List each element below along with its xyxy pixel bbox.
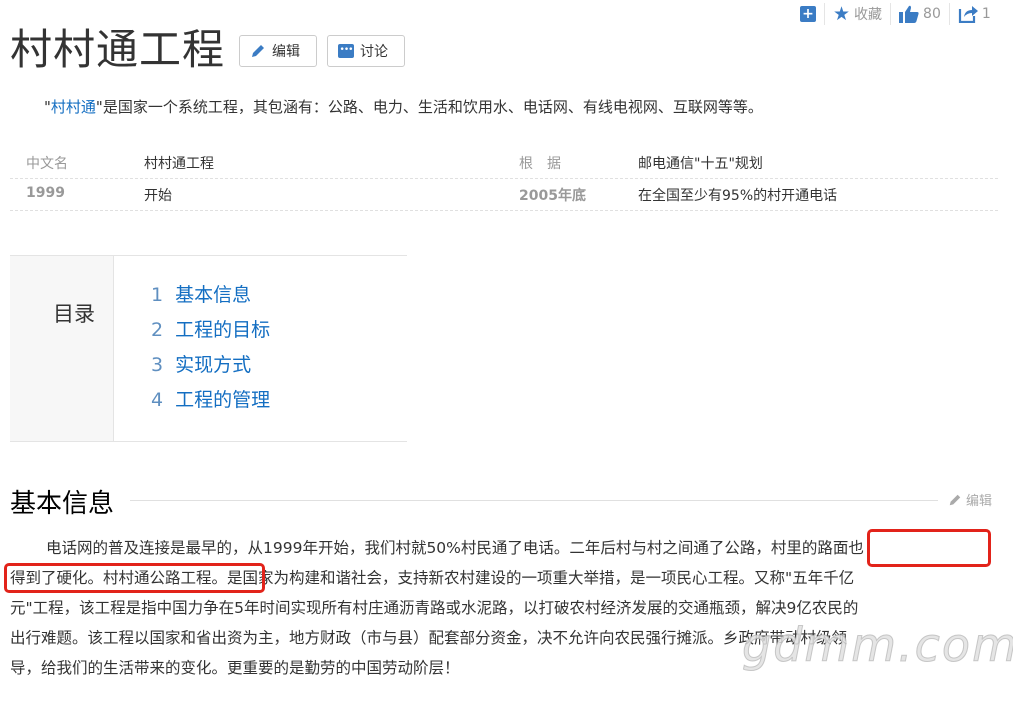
info-key: 1999 — [26, 185, 65, 201]
paragraph-line: 出行难题。该工程以国家和省出资为主，地方财政（市与县）配套部分资金，决不允许向农… — [10, 629, 848, 647]
section-title: 基本信息 — [10, 489, 115, 519]
highlight-box — [4, 563, 265, 593]
plus-square-icon: + — [800, 6, 816, 22]
paragraph-line: 电话网的普及连接是最早的，从1999年开始，我们村就50%村民通了电话。二年后村… — [46, 539, 864, 557]
watermark: gdmm.com — [742, 618, 1013, 673]
info-key: 2005年底 — [519, 188, 586, 204]
highlight-box — [867, 529, 991, 567]
divider — [10, 210, 998, 211]
info-key: 中文名 — [26, 156, 68, 172]
favorite-button[interactable]: ★ 收藏 — [833, 4, 882, 24]
catalog-title: 目录 — [53, 302, 95, 326]
share-count: 1 — [981, 6, 991, 22]
thumbs-up-icon — [899, 5, 919, 23]
edit-button-label: 编辑 — [272, 44, 300, 60]
share-icon — [958, 6, 978, 23]
paragraph-line: 元"工程，该工程是指中国力争在5年时间实现所有村庄通沥青路或水泥路，以打破农村经… — [10, 599, 859, 617]
share-button[interactable]: 1 — [958, 5, 991, 23]
page-title: 村村通工程 — [10, 25, 226, 74]
divider — [948, 3, 950, 25]
catalog-item-basic-info[interactable]: 1 基本信息 — [151, 280, 251, 307]
info-value: 村村通工程 — [144, 156, 214, 172]
action-bar: + ★ 收藏 80 1 — [800, 2, 991, 26]
pencil-icon — [949, 494, 961, 505]
info-value: 开始 — [144, 188, 172, 204]
like-count: 80 — [923, 6, 941, 22]
info-row: 中文名 村村通工程 根 据 邮电通信"十五"规划 — [10, 146, 998, 178]
lemma-summary: "村村通"是国家一个系统工程，其包涵有：公路、电力、生活和饮用水、电话网、有线电… — [44, 98, 763, 116]
catalog-list: 1 基本信息 2 工程的目标 3 实现方式 4 工程的管理 — [113, 256, 408, 441]
favorite-label: 收藏 — [854, 7, 883, 23]
info-value: 在全国至少有95%的村开通电话 — [638, 188, 838, 204]
chat-icon: ••• — [338, 44, 354, 58]
star-icon: ★ — [833, 3, 851, 25]
info-value: 邮电通信"十五"规划 — [638, 156, 763, 172]
paragraph-line: 导，给我们的生活带来的变化。更重要的是勤劳的中国劳动阶层！ — [10, 659, 460, 677]
divider — [824, 3, 825, 25]
catalog-item-goals[interactable]: 2 工程的目标 — [151, 315, 270, 342]
like-button[interactable]: 80 — [899, 5, 941, 23]
discuss-button[interactable]: ••• 讨论 — [327, 35, 405, 67]
section-edit-label: 编辑 — [966, 494, 993, 509]
divider — [130, 500, 938, 501]
section-edit-button[interactable]: 编辑 — [948, 490, 992, 509]
catalog-item-management[interactable]: 4 工程的管理 — [151, 385, 270, 412]
add-button[interactable]: + — [800, 6, 816, 22]
catalog-item-implementation[interactable]: 3 实现方式 — [151, 350, 251, 377]
catalog-side: 目录 — [10, 256, 113, 441]
catalog: 目录 1 基本信息 2 工程的目标 3 实现方式 4 工程的管理 — [10, 255, 408, 442]
pencil-icon — [252, 45, 264, 57]
divider — [890, 3, 892, 25]
discuss-button-label: 讨论 — [360, 44, 388, 60]
summary-link[interactable]: 村村通 — [51, 98, 96, 116]
info-key: 根 据 — [519, 156, 561, 172]
info-row: 1999 开始 2005年底 在全国至少有95%的村开通电话 — [10, 178, 998, 210]
edit-button[interactable]: 编辑 — [239, 35, 317, 67]
